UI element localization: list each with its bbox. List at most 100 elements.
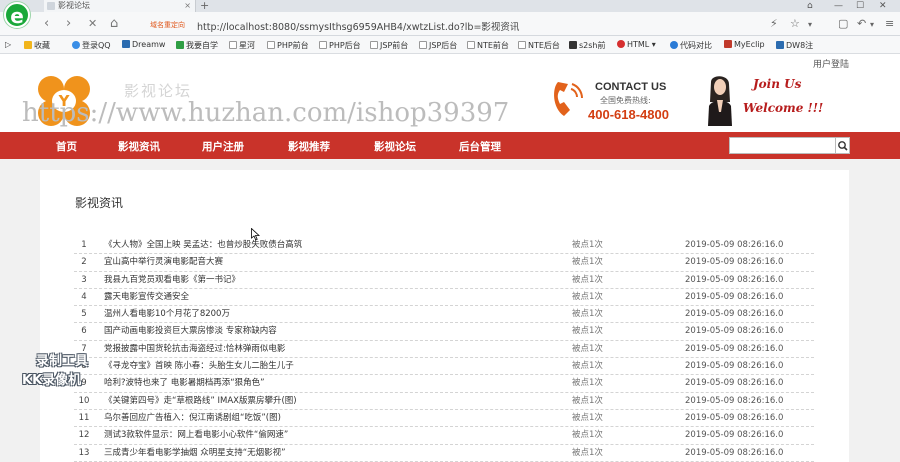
forward-button[interactable]: › (66, 16, 71, 32)
nav-item-admin[interactable]: 后台管理 (459, 139, 501, 154)
row-number: 4 (81, 291, 87, 302)
news-title-link[interactable]: 哈利?波特也来了 电影暑期档再添“狠角色” (104, 375, 265, 392)
row-number: 13 (78, 447, 90, 458)
news-title-link[interactable]: 《大人物》全国上映 吴孟达：也曾炒股失败债台高筑 (104, 237, 302, 254)
news-title-link[interactable]: 温州人看电影10个月花了8200万 (104, 306, 230, 323)
contact-subtitle: 全国免费热线: (600, 96, 651, 105)
bookmark-item[interactable]: 星河 (229, 40, 255, 51)
undo-dropdown-icon[interactable]: ▾ (870, 20, 874, 29)
table-row[interactable]: 9 哈利?波特也来了 电影暑期档再添“狠角色” 被点1次 2019-05-09 08:… (74, 375, 814, 393)
hit-count: 被点1次 (572, 343, 603, 354)
bookmark-item[interactable]: HTML ▾ (617, 40, 656, 49)
window-home-icon[interactable]: ⌂ (807, 0, 813, 12)
bookmark-item[interactable]: PHP前台 (267, 40, 309, 51)
bookmark-item[interactable]: NTE后台 (518, 40, 560, 51)
table-row[interactable]: 10 《关键第四号》走“草根路线” IMAX版票房攀升(图) 被点1次 2019-05… (74, 393, 814, 410)
undo-icon[interactable]: ↶ (857, 17, 866, 30)
news-title-link[interactable]: 三成青少年看电影学抽烟 众明星支持“无烟影视” (104, 445, 286, 462)
bookmark-item[interactable]: JSP前台 (370, 40, 408, 51)
search-button[interactable] (836, 137, 850, 154)
site-header: 用户登陆 Y 影视论坛 https://www.huzhan.com/ishop… (0, 54, 900, 132)
tab-favicon-icon (47, 2, 55, 10)
bookmark-item[interactable]: PHP后台 (319, 40, 361, 51)
menu-icon[interactable]: ≡ (885, 17, 894, 30)
back-button[interactable]: ‹ (44, 16, 49, 32)
hit-count: 被点1次 (572, 447, 603, 458)
table-row[interactable]: 2 宜山高中举行灵演电影配音大赛 被点1次 2019-05-09 08:26:16.0 (74, 254, 814, 272)
user-login-link[interactable]: 用户登陆 (813, 57, 849, 70)
nav-item-register[interactable]: 用户注册 (202, 139, 244, 154)
window-minimize-button[interactable]: — (834, 0, 843, 12)
nav-item-home[interactable]: 首页 (56, 139, 77, 154)
news-title-link[interactable]: 党报披露中国货轮抗击海盗经过:恰林弹雨似电影 (104, 341, 285, 358)
news-title-link[interactable]: 《关键第四号》走“草根路线” IMAX版票房攀升(图) (104, 393, 297, 410)
star-icon[interactable]: ☆ (790, 17, 800, 30)
bookmark-item[interactable]: MyEclip (724, 40, 765, 49)
bookmark-item[interactable]: 代码对比 (670, 40, 712, 51)
bookmark-page-icon (319, 41, 327, 49)
hit-count: 被点1次 (572, 257, 603, 268)
bookmark-item[interactable]: DW8注 (776, 40, 813, 51)
news-title-link[interactable]: 国产动画电影投资巨大票房惨淡 专家称缺内容 (104, 323, 277, 340)
speed-icon[interactable]: ⚡ (770, 17, 778, 30)
news-title-link[interactable]: 宜山高中举行灵演电影配音大赛 (104, 254, 223, 271)
new-tab-button[interactable]: + (200, 0, 209, 12)
url-input[interactable]: http://localhost:8080/ssmysIthsg6959AHB4… (197, 19, 519, 33)
bookmark-item[interactable]: NTE前台 (467, 40, 509, 51)
row-number: 3 (81, 274, 87, 285)
table-row[interactable]: 1 《大人物》全国上映 吴孟达：也曾炒股失败债台高筑 被点1次 2019-05-09 … (74, 237, 814, 255)
window-maximize-button[interactable]: ☐ (856, 0, 864, 12)
news-title-link[interactable]: 露天电影宣传交通安全 (104, 289, 189, 306)
row-number: 12 (78, 430, 90, 441)
timestamp: 2019-05-09 08:26:16.0 (685, 274, 784, 285)
section-title: 影视资讯 (75, 196, 124, 210)
bookmark-page-icon (370, 41, 378, 49)
nav-item-forum[interactable]: 影视论坛 (374, 139, 416, 154)
news-title-link[interactable]: 《寻龙夺宝》首映 陈小春：头胎生女儿二胎生儿子 (104, 358, 294, 375)
recorder-watermark: 录制工具 KK录像机 (22, 352, 88, 390)
nav-item-news[interactable]: 影视资讯 (118, 139, 160, 154)
timestamp: 2019-05-09 08:26:16.0 (685, 395, 784, 406)
news-title-link[interactable]: 乌尔善回应广告植入：倪江南诱剧组“吃饭”(图) (104, 410, 281, 427)
search-input[interactable] (729, 137, 836, 154)
hit-count: 被点1次 (572, 412, 603, 423)
dropdown-icon[interactable]: ▾ (808, 20, 812, 29)
table-row[interactable]: 11 乌尔善回应广告植入：倪江南诱剧组“吃饭”(图) 被点1次 2019-05-09 … (74, 410, 814, 428)
recorder-line-2: KK录像机 (22, 373, 82, 388)
bookmarks-bar: ▷ 收藏 登录QQ Dreamw 我要自学 星河 PHP前台 PHP后台 JSP… (0, 36, 900, 54)
row-number: 2 (81, 257, 87, 268)
bookmark-icon (617, 40, 625, 48)
reader-icon[interactable]: ▢ (838, 17, 848, 30)
news-title-link[interactable]: 测试3款软件显示：网上看电影小心软件“偷网速” (104, 427, 288, 444)
bookmark-page-icon (467, 41, 475, 49)
stop-button[interactable]: ✕ (88, 16, 97, 32)
window-close-button[interactable]: ✕ (879, 0, 887, 12)
bookmark-item[interactable]: JSP后台 (419, 40, 457, 51)
table-row[interactable]: 6 国产动画电影投资巨大票房惨淡 专家称缺内容 被点1次 2019-05-09 08:… (74, 323, 814, 341)
hit-count: 被点1次 (572, 430, 603, 441)
news-title-link[interactable]: 我县九百党员观看电影《第一书记》 (104, 272, 240, 289)
bookmarks-toggle-icon[interactable]: ▷ (5, 40, 11, 49)
table-row[interactable]: 4 露天电影宣传交通安全 被点1次 2019-05-09 08:26:16.0 (74, 289, 814, 307)
bookmark-item[interactable]: 我要自学 (176, 40, 218, 51)
table-row[interactable]: 13 三成青少年看电影学抽烟 众明星支持“无烟影视” 被点1次 2019-05-09 … (74, 445, 814, 462)
home-button[interactable]: ⌂ (110, 16, 118, 32)
bookmark-item[interactable]: 收藏 (24, 40, 50, 51)
tab-close-icon[interactable]: × (184, 0, 191, 12)
browser-tab[interactable]: 影视论坛 × (44, 0, 196, 12)
watermark-text: https://www.huzhan.com/ishop39397 (22, 98, 510, 128)
table-row[interactable]: 12 测试3款软件显示：网上看电影小心软件“偷网速” 被点1次 2019-05-09 … (74, 427, 814, 445)
bookmark-item[interactable]: s2sh前 (569, 40, 606, 51)
browser-logo-icon: e (4, 2, 30, 28)
table-row[interactable]: 7 党报披露中国货轮抗击海盗经过:恰林弹雨似电影 被点1次 2019-05-09 08… (74, 341, 814, 359)
table-row[interactable]: 3 我县九百党员观看电影《第一书记》 被点1次 2019-05-09 08:26:16… (74, 272, 814, 289)
table-row[interactable]: 5 温州人看电影10个月花了8200万 被点1次 2019-05-09 08:26:1… (74, 306, 814, 324)
bookmark-icon (670, 41, 678, 49)
nav-item-recommend[interactable]: 影视推荐 (288, 139, 330, 154)
timestamp: 2019-05-09 08:26:16.0 (685, 291, 784, 302)
timestamp: 2019-05-09 08:26:16.0 (685, 361, 784, 372)
table-row[interactable]: 8 《寻龙夺宝》首映 陈小春：头胎生女儿二胎生儿子 被点1次 2019-05-09 0… (74, 358, 814, 376)
hit-count: 被点1次 (572, 291, 603, 302)
bookmark-item[interactable]: Dreamw (122, 40, 165, 49)
bookmark-item[interactable]: 登录QQ (72, 40, 111, 51)
